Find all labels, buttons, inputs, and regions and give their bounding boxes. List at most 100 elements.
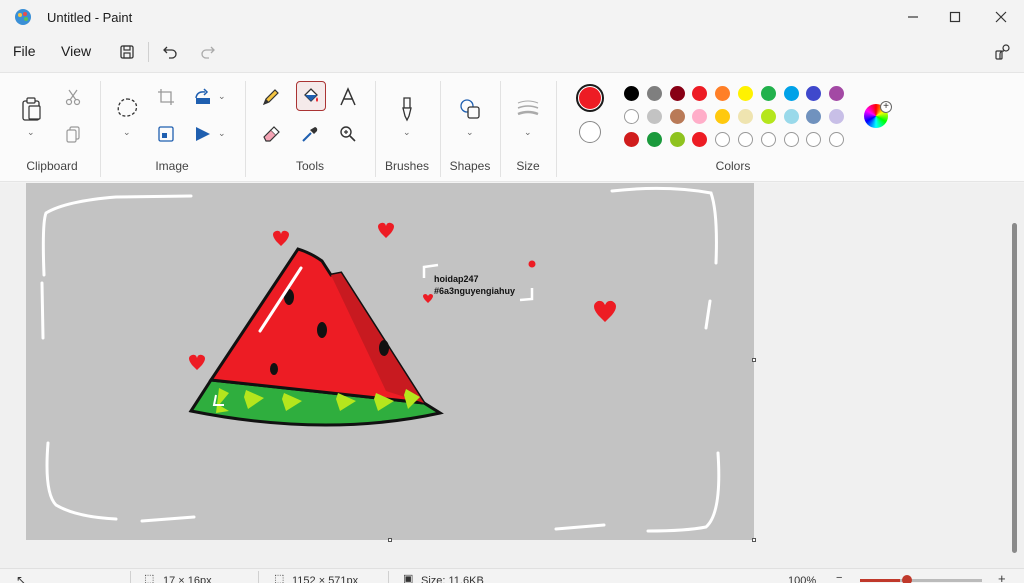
status-bar: ↖ ⬚ 17 × 16px ⬚ 1152 × 571px ▣ Size: 11.… [0,568,1024,583]
pencil-icon [262,89,279,106]
zoom-out-button[interactable]: − [836,572,842,583]
brushes-button[interactable] [393,93,421,125]
palette-swatch[interactable] [783,109,799,124]
palette-swatch[interactable] [624,132,639,147]
palette-swatch[interactable] [738,86,753,101]
group-label-colors: Colors [715,159,751,173]
maximize-button[interactable] [932,0,978,34]
group-label-image: Image [155,159,189,173]
palette-swatch[interactable] [738,132,753,147]
palette-swatch[interactable] [760,86,776,101]
palette-swatch[interactable] [624,109,639,124]
group-label-clipboard: Clipboard [26,159,78,173]
select-dropdown-icon[interactable]: ⌄ [123,127,131,138]
menu-file[interactable]: File [13,43,36,59]
resize-button[interactable] [152,120,180,148]
group-label-brushes: Brushes [384,159,430,173]
palette-swatch[interactable] [646,86,662,101]
copy-button[interactable] [59,120,87,148]
share-button[interactable] [990,40,1016,64]
color1-swatch[interactable] [576,84,604,112]
drawing-canvas[interactable]: hoidap247 #6a3nguyengiahuy [26,183,754,540]
fill-button[interactable] [296,81,326,111]
status-divider [130,571,131,583]
save-button[interactable] [114,40,140,64]
rotate-icon [195,88,210,104]
palette-swatch[interactable] [806,109,822,124]
pencil-button[interactable] [257,83,285,111]
zoom-slider[interactable] [860,575,982,583]
palette-swatch[interactable] [624,86,639,101]
rotate-button[interactable] [189,83,217,111]
resize-handle-bottom[interactable] [388,538,392,542]
watermelon-drawing [188,247,444,427]
canvas-size-icon: ⬚ [274,573,285,583]
palette-swatch[interactable] [715,132,731,147]
zoom-level[interactable]: 100% [788,575,816,583]
palette-swatch[interactable] [692,109,708,124]
palette-swatch[interactable] [760,109,776,124]
undo-icon [163,46,177,59]
crop-button[interactable] [152,83,180,111]
palette-swatch[interactable] [806,132,822,147]
palette-swatch[interactable] [829,132,845,147]
shapes-button[interactable] [455,93,485,125]
palette-swatch[interactable] [669,109,685,124]
undo-button[interactable] [157,40,183,64]
menu-view[interactable]: View [61,43,91,59]
magnifier-button[interactable] [334,120,362,148]
zoom-slider-thumb[interactable] [902,575,912,583]
palette-swatch[interactable] [738,109,753,124]
palette-swatch[interactable] [669,86,685,101]
palette-swatch[interactable] [829,109,845,124]
eraser-button[interactable] [257,120,285,148]
size-button[interactable] [513,93,543,125]
flip-button[interactable] [189,120,217,148]
brushes-dropdown-icon[interactable]: ⌄ [403,127,411,138]
text-icon [340,87,356,106]
eyedropper-icon [302,127,318,142]
select-button[interactable] [112,93,142,125]
fill-icon [304,88,318,102]
paste-button[interactable] [17,93,45,125]
zoom-in-button[interactable]: + [998,571,1006,583]
palette-swatch[interactable] [783,132,799,147]
size-dropdown-icon[interactable]: ⌄ [524,127,532,138]
close-button[interactable] [978,0,1024,34]
cut-button[interactable] [59,83,87,111]
workspace: hoidap247 #6a3nguyengiahuy [0,183,1024,568]
text-button[interactable] [334,83,362,111]
lasso-select-icon [117,98,138,117]
minimize-button[interactable] [890,0,936,34]
rotate-dropdown-icon[interactable]: ⌄ [218,91,226,102]
ribbon: ⌄ Clipboard ⌄ ⌄ ⌄ Image Tools ⌄ Brushes … [0,72,1024,182]
palette-swatch[interactable] [692,86,708,101]
shapes-dropdown-icon[interactable]: ⌄ [466,127,474,138]
color1-fill [579,87,601,109]
flip-dropdown-icon[interactable]: ⌄ [218,128,226,139]
resize-handle-corner[interactable] [752,538,756,542]
add-color-icon[interactable]: + [880,101,892,113]
selection-size: 17 × 16px [163,575,212,583]
flip-icon [196,127,210,141]
redo-button[interactable] [195,40,221,64]
group-label-tools: Tools [295,159,324,173]
vertical-scrollbar[interactable] [1012,223,1017,553]
paste-dropdown-icon[interactable]: ⌄ [27,127,35,138]
palette-swatch[interactable] [829,86,845,101]
canvas-artwork: hoidap247 #6a3nguyengiahuy [40,186,721,533]
palette-swatch[interactable] [646,132,662,147]
palette-swatch[interactable] [646,109,662,124]
resize-handle-right[interactable] [752,358,756,362]
palette-swatch[interactable] [692,132,708,147]
palette-swatch[interactable] [715,86,731,101]
color2-swatch[interactable] [579,121,601,143]
eraser-icon [263,126,280,142]
palette-swatch[interactable] [715,109,731,124]
brush-icon [402,97,412,122]
color-picker-button[interactable] [296,120,324,148]
palette-swatch[interactable] [783,86,799,101]
palette-swatch[interactable] [760,132,776,147]
palette-swatch[interactable] [669,132,685,147]
palette-swatch[interactable] [806,86,822,101]
